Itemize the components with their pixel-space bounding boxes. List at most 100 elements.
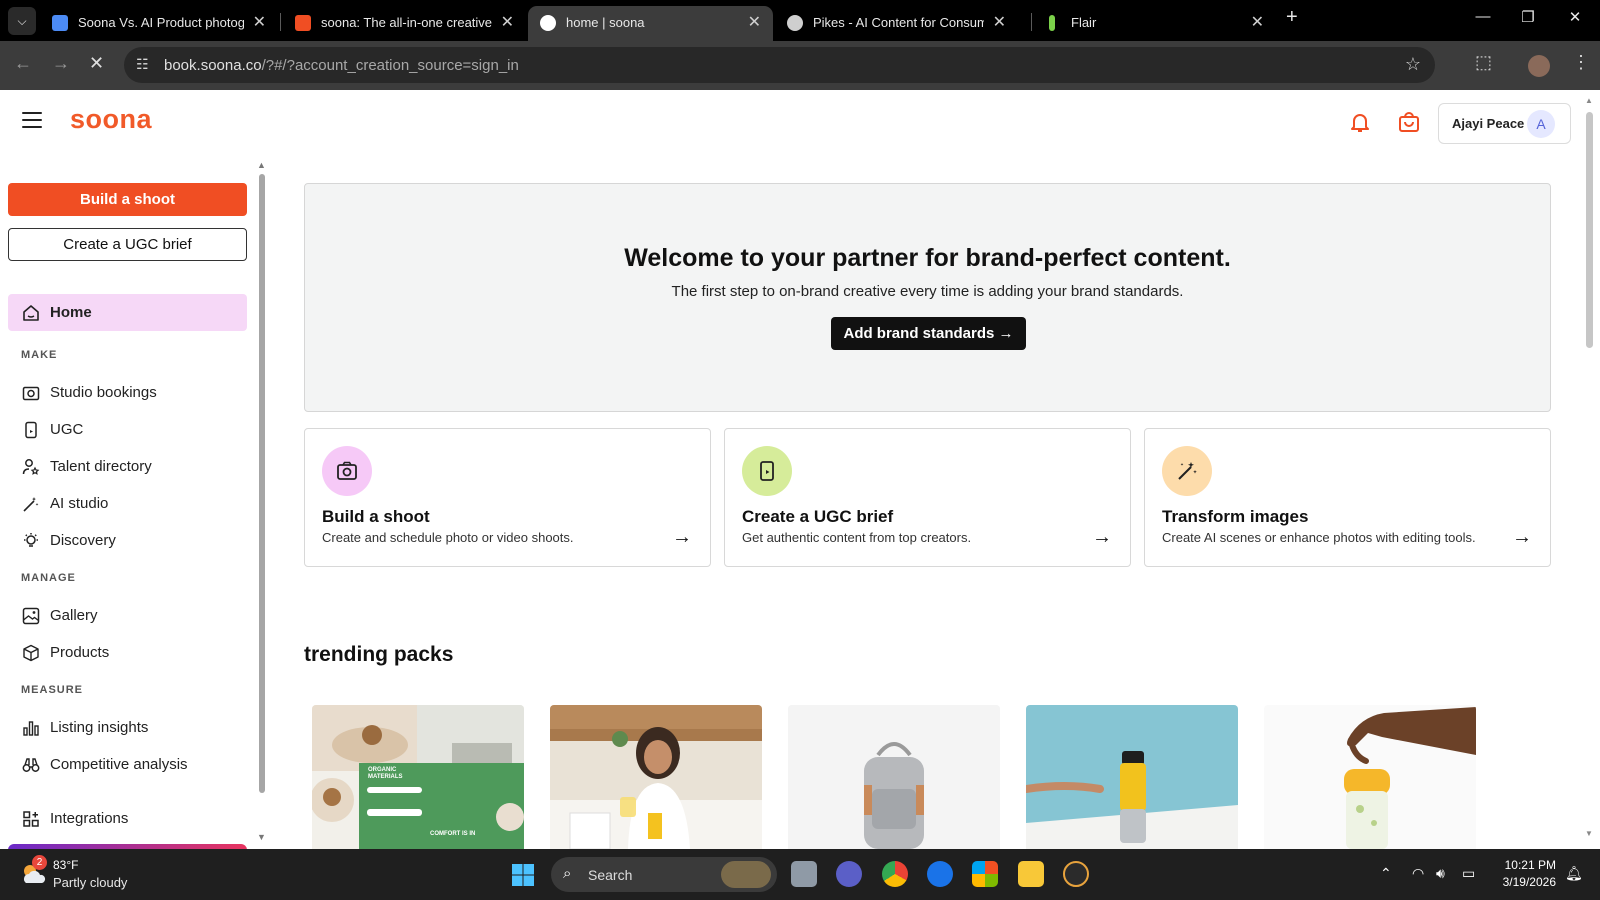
sidebar-item-talent-directory[interactable]: Talent directory: [8, 448, 247, 485]
page-scrollbar[interactable]: ▲ ▼: [1585, 96, 1595, 840]
trending-pack-pet-bed[interactable]: ORGANIC MATERIALS COMFORT IS IN: [312, 705, 524, 849]
card-description: Get authentic content from top creators.: [742, 530, 972, 545]
close-tab-icon[interactable]: ✕: [993, 12, 1006, 32]
arrow-right-icon[interactable]: →: [672, 526, 692, 549]
sidebar-item-studio-bookings[interactable]: Studio bookings: [8, 374, 247, 411]
shopping-bag-icon[interactable]: [1397, 110, 1421, 134]
hand-holding-product-image: [1264, 705, 1476, 849]
sidebar-item-competitive-analysis[interactable]: Competitive analysis: [8, 746, 247, 783]
card-title: Transform images: [1162, 507, 1309, 526]
sidebar-item-home[interactable]: Home: [8, 294, 247, 331]
card-title: Create a UGC brief: [742, 507, 894, 526]
stop-loading-icon[interactable]: ✕: [89, 53, 104, 74]
browser-app-icon[interactable]: [927, 861, 953, 887]
trending-pack-blender[interactable]: [1026, 705, 1238, 849]
weather-temp[interactable]: 83°F: [53, 858, 78, 872]
chrome-icon[interactable]: [882, 861, 908, 887]
camera-icon: [337, 461, 357, 480]
notification-bell-icon[interactable]: [1348, 110, 1372, 134]
soona-logo[interactable]: soona: [70, 104, 152, 135]
close-tab-icon[interactable]: ✕: [748, 12, 761, 32]
sidebar-scrollbar[interactable]: ▲ ▼: [257, 160, 267, 849]
sidebar-item-discovery[interactable]: Discovery: [8, 522, 247, 559]
transform-images-card[interactable]: Transform images Create AI scenes or enh…: [1144, 428, 1551, 567]
url-text[interactable]: book.soona.co/?#/?account_creation_sourc…: [164, 57, 519, 74]
meet-chat-icon[interactable]: [836, 861, 862, 887]
create-ugc-brief-button[interactable]: Create a UGC brief: [8, 228, 247, 261]
trending-pack-kitchen-juice[interactable]: [550, 705, 762, 849]
trending-pack-hand-product[interactable]: [1264, 705, 1476, 849]
extensions-icon[interactable]: ⬚: [1475, 52, 1492, 73]
trending-pack-backpack[interactable]: [788, 705, 1000, 849]
page-scroll-thumb[interactable]: [1586, 112, 1593, 348]
sidebar-scroll-up-icon[interactable]: ▲: [257, 160, 266, 170]
browser-tab[interactable]: Pikes - AI Content for Consume ✕: [775, 6, 1018, 41]
close-tab-icon[interactable]: ✕: [501, 12, 514, 32]
section-make: MAKE: [21, 349, 58, 361]
profile-avatar[interactable]: [1528, 55, 1550, 77]
sidebar-scroll-thumb[interactable]: [259, 174, 265, 793]
search-icon: ⌕: [563, 865, 572, 882]
file-explorer-icon[interactable]: [1018, 861, 1044, 887]
tray-chevron-up-icon[interactable]: ⌃: [1380, 865, 1392, 882]
scroll-up-arrow-icon[interactable]: ▲: [1585, 96, 1593, 105]
taskbar-search[interactable]: ⌕ Search: [551, 857, 777, 892]
user-menu[interactable]: Ajayi Peace A: [1438, 103, 1571, 144]
browser-tab-active[interactable]: home | soona ✕: [528, 6, 773, 41]
create-ugc-brief-card[interactable]: Create a UGC brief Get authentic content…: [724, 428, 1131, 567]
soona-favicon-icon: [295, 15, 311, 31]
build-a-shoot-button[interactable]: Build a shoot: [8, 183, 247, 216]
new-tab-icon[interactable]: +: [1286, 6, 1298, 29]
card-description: Create and schedule photo or video shoot…: [322, 530, 574, 545]
build-shoot-badge: [322, 446, 372, 496]
add-brand-standards-button[interactable]: Add brand standards →: [831, 317, 1026, 350]
browser-tab[interactable]: Soona Vs. AI Product photograp ✕: [40, 6, 278, 41]
gallery-icon: [22, 607, 40, 625]
section-manage: MANAGE: [21, 572, 76, 584]
site-info-icon[interactable]: ☷: [136, 56, 149, 73]
build-shoot-card[interactable]: Build a shoot Create and schedule photo …: [304, 428, 711, 567]
menu-hamburger-icon[interactable]: [22, 112, 42, 128]
windows-start-icon[interactable]: [511, 863, 535, 887]
restore-icon[interactable]: ❐: [1513, 8, 1543, 26]
lightbulb-icon: [24, 533, 38, 547]
browser-menu-icon[interactable]: ⋮: [1572, 52, 1590, 73]
sidebar-item-products[interactable]: Products: [8, 634, 247, 671]
bookmark-star-icon[interactable]: ☆: [1405, 54, 1421, 75]
task-view-icon[interactable]: [791, 861, 817, 887]
volume-icon[interactable]: 🔊︎: [1436, 865, 1445, 882]
microsoft-store-icon[interactable]: [972, 861, 998, 887]
tab-search-button[interactable]: ⌵: [8, 7, 36, 35]
wifi-icon[interactable]: ◠: [1412, 865, 1424, 882]
sidebar-item-ai-studio[interactable]: AI studio: [8, 485, 247, 522]
pack-overlay-text: COMFORT IS IN: [430, 831, 476, 837]
clock-time[interactable]: 10:21 PM: [1500, 858, 1556, 872]
close-tab-icon[interactable]: ✕: [1251, 12, 1264, 32]
browser-tab[interactable]: Flair ✕: [1033, 6, 1276, 41]
address-bar[interactable]: ☷ book.soona.co/?#/?account_creation_sou…: [124, 47, 1435, 83]
close-window-icon[interactable]: ✕: [1560, 8, 1590, 26]
welcome-subtitle: The first step to on-brand creative ever…: [671, 283, 1184, 300]
media-player-icon[interactable]: [1063, 861, 1089, 887]
flair-favicon-icon: [1049, 15, 1055, 31]
scroll-down-arrow-icon[interactable]: ▼: [1585, 829, 1593, 838]
sidebar-item-listing-insights[interactable]: Listing insights: [8, 709, 247, 746]
battery-icon[interactable]: ▭: [1462, 865, 1475, 882]
clock-date[interactable]: 3/19/2026: [1496, 875, 1556, 889]
minimize-icon[interactable]: —: [1468, 8, 1498, 25]
browser-tab[interactable]: soona: The all-in-one creative p ✕: [283, 6, 526, 41]
sidebar-scroll-down-icon[interactable]: ▼: [257, 832, 266, 842]
forward-icon[interactable]: →: [52, 53, 70, 74]
sidebar-item-ugc[interactable]: UGC: [8, 411, 247, 448]
sidebar-item-gallery[interactable]: Gallery: [8, 597, 247, 634]
sidebar-item-integrations[interactable]: Integrations: [8, 800, 247, 837]
notifications-icon[interactable]: 🔔︎: [1565, 865, 1583, 882]
back-icon[interactable]: ←: [14, 53, 32, 74]
close-tab-icon[interactable]: ✕: [253, 12, 266, 32]
arrow-right-icon[interactable]: →: [1092, 526, 1112, 549]
bar-chart-icon: [23, 721, 39, 736]
card-description: Create AI scenes or enhance photos with …: [1162, 530, 1476, 545]
home-icon: [23, 305, 39, 321]
weather-description[interactable]: Partly cloudy: [53, 875, 127, 890]
arrow-right-icon[interactable]: →: [1512, 526, 1532, 549]
